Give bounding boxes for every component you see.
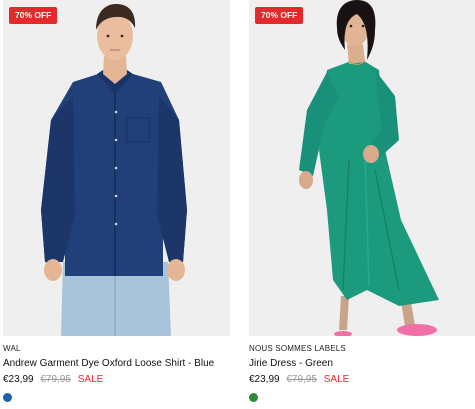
original-price: €79,95 [40, 374, 71, 385]
color-swatch[interactable] [3, 393, 12, 402]
current-price: €23,99 [249, 374, 280, 385]
model-blue-shirt-icon [3, 0, 230, 336]
product-title-link[interactable]: Andrew Garment Dye Oxford Loose Shirt - … [3, 358, 230, 369]
current-price: €23,99 [3, 374, 34, 385]
product-card[interactable]: 70% OFF WAL Andrew Garment Dye Oxford Lo… [3, 0, 230, 409]
sale-label: SALE [77, 374, 104, 385]
product-brand: NOUS SOMMES LABELS [249, 344, 346, 353]
product-title-link[interactable]: Jirie Dress - Green [249, 358, 475, 369]
price-row: €23,99 €79,95 SALE [3, 374, 103, 385]
sale-label: SALE [323, 374, 350, 385]
original-price: €79,95 [286, 374, 317, 385]
discount-badge: 70% OFF [255, 7, 304, 24]
color-swatch[interactable] [249, 393, 258, 402]
product-image[interactable]: 70% OFF [249, 0, 475, 336]
product-image[interactable]: 70% OFF [3, 0, 230, 336]
model-green-dress-icon [249, 0, 475, 336]
price-row: €23,99 €79,95 SALE [249, 374, 349, 385]
discount-badge: 70% OFF [9, 7, 58, 24]
product-brand: WAL [3, 344, 21, 353]
product-card[interactable]: 70% OFF NOUS SOMMES LABELS Jirie Dress -… [249, 0, 475, 409]
